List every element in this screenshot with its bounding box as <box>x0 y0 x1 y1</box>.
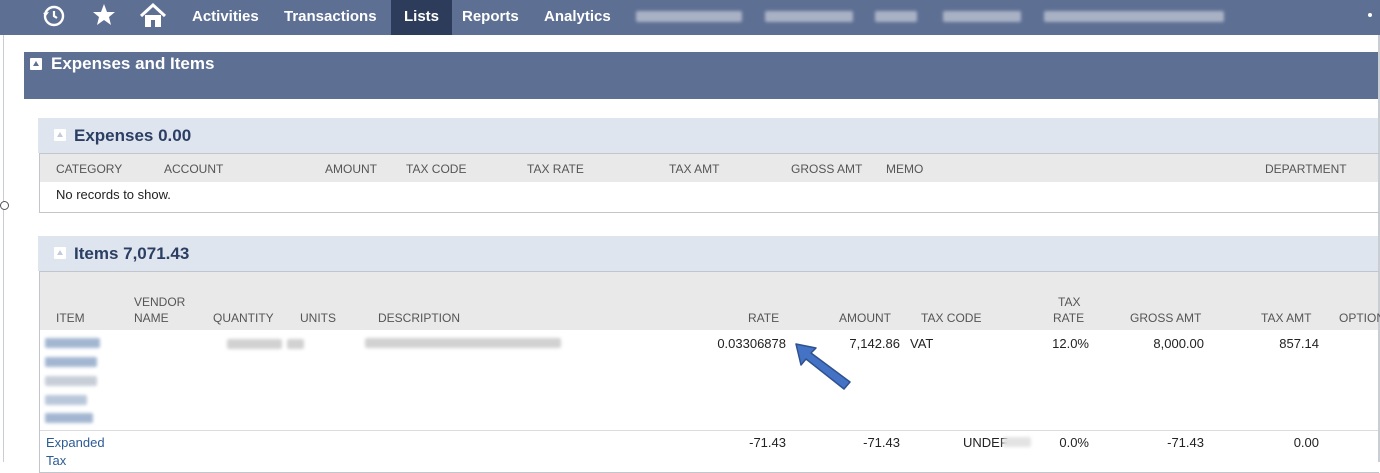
col-rate[interactable]: RATE <box>748 311 779 326</box>
collapse-icon[interactable] <box>30 58 42 70</box>
rate-value: -71.43 <box>749 435 786 450</box>
col-account[interactable]: ACCOUNT <box>164 162 223 177</box>
more-icon[interactable] <box>1368 13 1372 17</box>
redacted-nav-item[interactable] <box>636 11 742 22</box>
items-subsection-header[interactable] <box>38 236 1378 271</box>
col-tax-rate[interactable]: RATE <box>1053 311 1084 326</box>
expenses-title: Expenses 0.00 <box>74 126 192 145</box>
annotation-arrow-icon <box>795 343 851 390</box>
row-divider <box>40 430 1378 431</box>
col-description[interactable]: DESCRIPTION <box>378 311 460 326</box>
col-tax-rate[interactable]: TAX <box>1058 295 1080 310</box>
col-quantity[interactable]: QUANTITY <box>213 311 274 326</box>
nav-lists[interactable]: Lists <box>391 0 453 35</box>
item-link[interactable]: Expanded <box>46 435 105 450</box>
col-tax-amt[interactable]: TAX AMT <box>669 162 719 177</box>
col-gross-amt[interactable]: GROSS AMT <box>791 162 862 177</box>
tax-rate-value: 0.0% <box>1059 435 1089 450</box>
tax-code-value: VAT <box>910 336 934 351</box>
redacted-units <box>287 339 304 349</box>
col-vendor-name[interactable]: NAME <box>134 311 169 326</box>
redacted-nav-item[interactable] <box>1044 11 1224 22</box>
col-tax-amt[interactable]: TAX AMT <box>1261 311 1311 326</box>
collapse-icon[interactable] <box>54 129 66 141</box>
col-gross-amt[interactable]: GROSS AMT <box>1130 311 1201 326</box>
redacted-item-link[interactable] <box>45 338 100 348</box>
nav-analytics[interactable]: Analytics <box>531 0 624 35</box>
col-tax-rate[interactable]: TAX RATE <box>527 162 584 177</box>
col-tax-code[interactable]: TAX CODE <box>921 311 981 326</box>
item-link[interactable]: Tax <box>46 453 66 468</box>
tax-rate-value: 12.0% <box>1052 336 1089 351</box>
col-units[interactable]: UNITS <box>300 311 336 326</box>
frame-border <box>3 35 4 462</box>
home-icon[interactable] <box>139 2 167 31</box>
resize-handle[interactable] <box>0 201 9 210</box>
col-options[interactable]: OPTION <box>1339 311 1380 326</box>
nav-activities[interactable]: Activities <box>179 0 272 35</box>
nav-reports[interactable]: Reports <box>449 0 532 35</box>
redacted-item-link[interactable] <box>45 357 97 367</box>
nav-transactions[interactable]: Transactions <box>271 0 390 35</box>
items-title: Items 7,071.43 <box>74 244 190 263</box>
gross-amt-value: -71.43 <box>1167 435 1204 450</box>
star-icon[interactable] <box>90 3 118 31</box>
top-nav: Activities Transactions Lists Reports An… <box>0 0 1380 35</box>
col-vendor-name[interactable]: VENDOR <box>134 295 185 310</box>
redacted-description <box>365 338 561 348</box>
col-amount[interactable]: AMOUNT <box>839 311 891 326</box>
empty-message: No records to show. <box>56 187 171 202</box>
collapse-icon[interactable] <box>54 247 66 259</box>
redacted-nav-item[interactable] <box>765 11 853 22</box>
redacted-nav-item[interactable] <box>875 11 917 22</box>
expenses-subsection-header[interactable] <box>38 118 1378 153</box>
redacted-quantity <box>227 339 282 349</box>
redacted-item-link[interactable] <box>45 413 93 423</box>
tax-amt-value: 0.00 <box>1293 435 1319 450</box>
col-amount[interactable]: AMOUNT <box>325 162 377 177</box>
col-category[interactable]: CATEGORY <box>56 162 122 177</box>
redacted-nav-item[interactable] <box>943 11 1021 22</box>
recent-icon[interactable] <box>40 3 68 31</box>
col-item[interactable]: ITEM <box>56 311 85 326</box>
section-title: Expenses and Items <box>51 54 215 73</box>
tax-amt-value: 857.14 <box>1279 336 1319 351</box>
expenses-items-section-header[interactable] <box>24 52 1378 99</box>
col-department[interactable]: DEPARTMENT <box>1265 162 1347 177</box>
gross-amt-value: 8,000.00 <box>1153 336 1204 351</box>
amount-value: -71.43 <box>863 435 900 450</box>
redacted-item-link[interactable] <box>45 376 97 386</box>
rate-value: 0.03306878 <box>717 336 786 351</box>
col-memo[interactable]: MEMO <box>886 162 923 177</box>
col-tax-code[interactable]: TAX CODE <box>406 162 466 177</box>
redacted-item-link[interactable] <box>45 395 87 405</box>
